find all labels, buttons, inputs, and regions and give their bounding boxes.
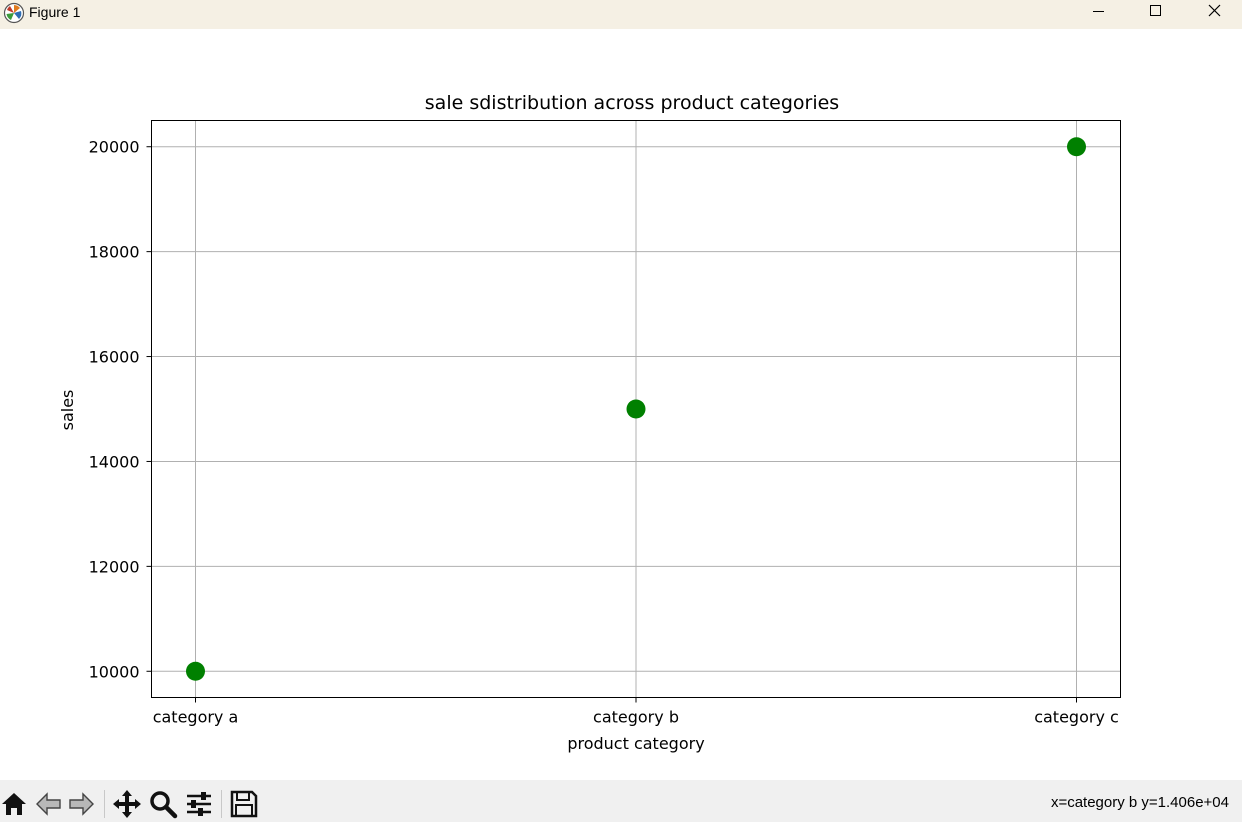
back-button[interactable] bbox=[34, 789, 64, 819]
pan-button[interactable] bbox=[112, 789, 142, 819]
x-tick-label: category c bbox=[1034, 708, 1119, 727]
navigation-toolbar: x=category b y=1.406e+04 bbox=[0, 780, 1242, 822]
maximize-button[interactable] bbox=[1127, 0, 1185, 25]
x-axis-label: product category bbox=[567, 734, 704, 753]
home-button[interactable] bbox=[0, 789, 30, 819]
toolbar-separator bbox=[104, 790, 105, 818]
y-tick-label: 14000 bbox=[89, 452, 140, 471]
subplots-sliders-icon bbox=[187, 792, 211, 816]
minimize-icon bbox=[1093, 11, 1104, 12]
forward-button[interactable] bbox=[66, 789, 96, 819]
toolbar-separator bbox=[221, 790, 222, 818]
save-floppy-icon bbox=[230, 790, 258, 818]
y-tick-label: 10000 bbox=[89, 662, 140, 681]
y-axis-label: sales bbox=[58, 390, 77, 431]
coordinate-readout: x=category b y=1.406e+04 bbox=[1050, 794, 1229, 811]
data-point bbox=[186, 661, 205, 681]
x-tick-label: category a bbox=[153, 708, 239, 727]
forward-arrow-icon bbox=[69, 792, 94, 816]
data-point bbox=[626, 399, 646, 419]
save-button[interactable] bbox=[229, 789, 259, 819]
axis-ticks: category a category b category c 10000 12000… bbox=[89, 138, 1119, 727]
configure-subplots-button[interactable] bbox=[184, 789, 214, 819]
window-title: Figure 1 bbox=[29, 4, 81, 20]
x-tick-label: category b bbox=[593, 708, 679, 727]
matplotlib-logo-icon bbox=[3, 2, 25, 24]
chart-title: sale sdistribution across product catego… bbox=[425, 92, 839, 114]
y-tick-label: 16000 bbox=[89, 348, 140, 367]
y-tick-label: 12000 bbox=[89, 557, 140, 576]
maximize-icon bbox=[1150, 5, 1161, 16]
y-tick-label: 20000 bbox=[89, 138, 140, 157]
zoom-magnifier-icon bbox=[150, 791, 178, 819]
close-button[interactable] bbox=[1185, 0, 1242, 25]
chart: category a category b category c 10000 12000… bbox=[58, 92, 1121, 753]
back-arrow-icon bbox=[36, 792, 61, 816]
close-icon bbox=[1208, 4, 1221, 17]
title-bar: Figure 1 bbox=[0, 0, 1242, 29]
y-tick-label: 18000 bbox=[89, 243, 140, 262]
figure-canvas[interactable]: category a category b category c 10000 12000… bbox=[0, 29, 1242, 780]
data-point bbox=[1067, 137, 1086, 157]
zoom-button[interactable] bbox=[148, 789, 178, 819]
home-icon bbox=[2, 793, 26, 815]
minimize-button[interactable] bbox=[1069, 0, 1127, 25]
pan-icon bbox=[113, 790, 141, 818]
